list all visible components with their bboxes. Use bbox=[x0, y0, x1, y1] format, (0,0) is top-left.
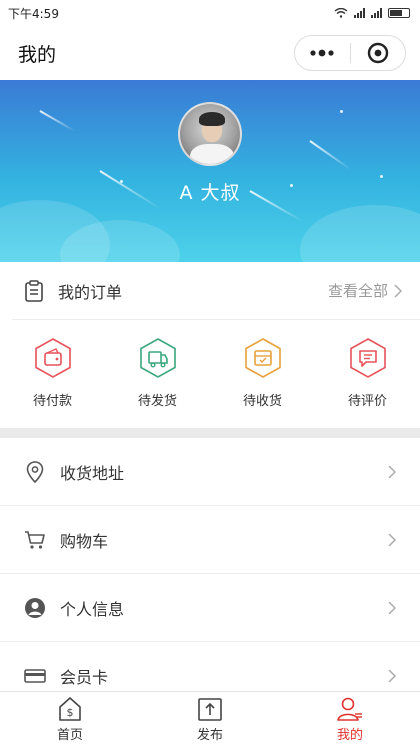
close-button[interactable] bbox=[351, 36, 406, 70]
order-status-pending-review[interactable]: 待评价 bbox=[315, 336, 420, 409]
chevron-right-icon bbox=[394, 283, 402, 298]
svg-text:$: $ bbox=[67, 706, 74, 719]
settings-menu: 收货地址 购物车 个人信息 会员卡 bbox=[0, 438, 420, 710]
menu-item-label: 个人信息 bbox=[60, 599, 125, 619]
order-status-pending-receipt[interactable]: 待收货 bbox=[210, 336, 315, 409]
menu-item-address[interactable]: 收货地址 bbox=[0, 438, 420, 506]
order-status-label: 待收货 bbox=[242, 394, 282, 409]
view-all-orders-link[interactable]: 查看全部 bbox=[328, 280, 402, 301]
tab-label: 我的 bbox=[336, 728, 363, 743]
more-dots-icon bbox=[310, 49, 334, 57]
order-status-grid: 待付款 待发货 待收货 待评价 bbox=[0, 320, 420, 409]
tab-publish[interactable]: 发布 bbox=[140, 692, 280, 747]
signal-icon bbox=[354, 8, 365, 18]
avatar[interactable] bbox=[178, 102, 242, 166]
section-divider bbox=[0, 428, 420, 438]
tab-bar: $ 首页 发布 我的 bbox=[0, 691, 420, 747]
profile-banner: A 大叔 bbox=[0, 80, 420, 262]
status-bar: 下午4:59 bbox=[0, 0, 420, 26]
wifi-icon bbox=[334, 8, 348, 18]
avatar-hair bbox=[199, 112, 225, 126]
menu-item-profile-info[interactable]: 个人信息 bbox=[0, 574, 420, 642]
mini-program-capsule bbox=[294, 35, 406, 71]
order-status-label: 待付款 bbox=[32, 394, 72, 409]
orders-title: 我的订单 bbox=[58, 282, 123, 302]
status-time: 下午4:59 bbox=[8, 6, 59, 21]
nav-bar: 我的 bbox=[0, 26, 420, 80]
avatar-shirt bbox=[190, 144, 234, 164]
more-button[interactable] bbox=[295, 36, 350, 70]
meteor-decoration bbox=[39, 110, 76, 132]
signal-icon-2 bbox=[371, 8, 382, 18]
star-decoration bbox=[340, 110, 343, 113]
cloud-decoration bbox=[300, 205, 420, 262]
clipboard-icon bbox=[25, 279, 43, 302]
location-pin-icon bbox=[24, 460, 46, 483]
order-status-pending-shipment[interactable]: 待发货 bbox=[105, 336, 210, 409]
tab-label: 发布 bbox=[196, 728, 223, 743]
comment-icon bbox=[349, 338, 386, 378]
page-title: 我的 bbox=[18, 43, 57, 66]
chevron-right-icon bbox=[388, 532, 396, 547]
chevron-right-icon bbox=[388, 600, 396, 615]
tab-mine[interactable]: 我的 bbox=[280, 692, 420, 747]
meteor-decoration bbox=[309, 140, 352, 171]
chevron-right-icon bbox=[388, 464, 396, 479]
wallet-icon bbox=[34, 338, 71, 378]
menu-item-cart[interactable]: 购物车 bbox=[0, 506, 420, 574]
user-name: A 大叔 bbox=[179, 182, 241, 204]
tab-label: 首页 bbox=[56, 728, 83, 743]
tab-home[interactable]: $ 首页 bbox=[0, 692, 140, 747]
status-icons bbox=[334, 8, 410, 18]
orders-header[interactable]: 我的订单 查看全部 bbox=[12, 262, 420, 320]
order-status-label: 待评价 bbox=[347, 394, 387, 409]
menu-item-label: 收货地址 bbox=[60, 463, 125, 483]
menu-item-label: 购物车 bbox=[60, 531, 109, 551]
truck-icon bbox=[139, 338, 176, 378]
chevron-right-icon bbox=[388, 669, 396, 683]
orders-section: 我的订单 查看全部 待付款 待发货 待收货 待评价 bbox=[0, 262, 420, 428]
target-icon bbox=[367, 42, 388, 64]
order-status-pending-payment[interactable]: 待付款 bbox=[0, 336, 105, 409]
upload-icon bbox=[198, 698, 222, 721]
home-icon: $ bbox=[59, 697, 81, 721]
person-icon bbox=[24, 597, 46, 619]
menu-item-label: 会员卡 bbox=[60, 668, 109, 687]
card-icon bbox=[24, 665, 46, 687]
order-status-label: 待发货 bbox=[137, 394, 177, 409]
view-all-label: 查看全部 bbox=[327, 282, 388, 300]
profile-icon bbox=[337, 697, 362, 721]
battery-icon bbox=[388, 8, 410, 18]
cart-icon bbox=[24, 529, 46, 551]
package-icon bbox=[244, 338, 281, 378]
